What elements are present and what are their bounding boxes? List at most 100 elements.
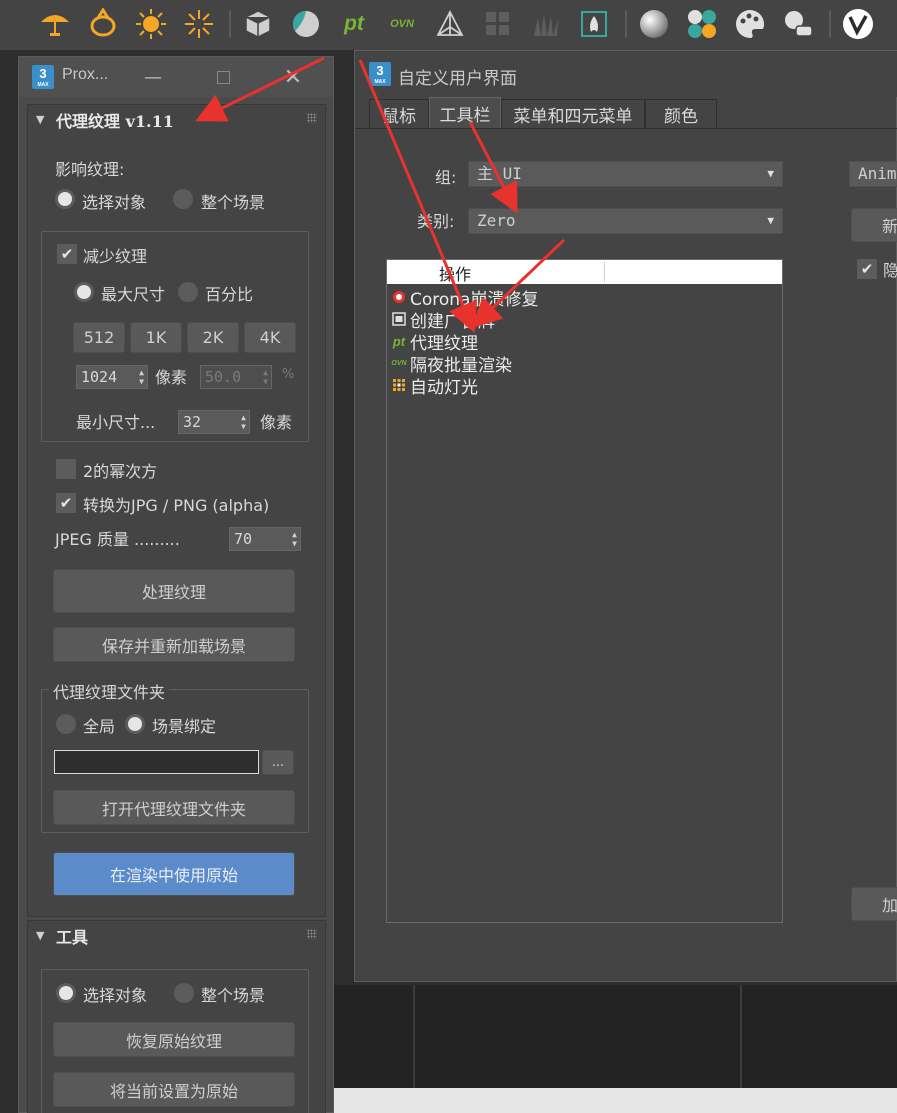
fire-icon[interactable] (577, 6, 611, 42)
min-size-label: 最小尺寸... (76, 413, 156, 432)
action-list[interactable]: 操作 Corona崩溃修复 创建广告牌 pt 代理纹理 OVN 隔夜批量渲染 自… (386, 259, 783, 923)
set-current-as-original-button[interactable]: 将当前设置为原始 (53, 1072, 295, 1107)
drag-grip-icon[interactable] (307, 929, 317, 939)
power-of-two-label: 2的幂次方 (83, 462, 158, 481)
radio-entire-scene-label: 整个场景 (201, 193, 266, 212)
list-column-header[interactable]: 操作 (387, 260, 782, 284)
maximize-icon[interactable] (203, 63, 243, 91)
open-proxy-folder-button[interactable]: 打开代理纹理文件夹 (53, 790, 295, 825)
toolbar-selector-dropdown[interactable]: Anima (849, 161, 897, 187)
palette-icon[interactable] (733, 6, 767, 42)
grass-icon[interactable] (529, 6, 563, 42)
list-item-proxy-texture[interactable]: pt 代理纹理 (391, 330, 478, 354)
power-of-two-checkbox[interactable] (56, 459, 76, 479)
bulb-light-icon[interactable] (86, 6, 120, 42)
material-editor-icon[interactable] (781, 6, 815, 42)
new-toolbar-button[interactable]: 新 (851, 208, 897, 242)
minimize-icon[interactable]: — (133, 63, 173, 91)
radio-scene-bound[interactable] (125, 714, 145, 734)
ovn-render-icon[interactable]: OVN (385, 6, 419, 42)
grid-panel-icon[interactable] (481, 6, 515, 42)
radio-global[interactable] (56, 714, 76, 734)
pt-label: pt (344, 12, 364, 35)
drag-grip-icon[interactable] (307, 113, 317, 123)
save-reload-scene-button[interactable]: 保存并重新加载场景 (53, 627, 295, 662)
reduce-textures-checkbox[interactable]: ✔ (57, 244, 77, 264)
list-item-auto-light[interactable]: 自动灯光 (391, 374, 478, 398)
list-item-corona-fix[interactable]: Corona崩溃修复 (391, 286, 538, 310)
size-1k-button[interactable]: 1K (130, 322, 182, 353)
process-textures-button[interactable]: 处理纹理 (53, 569, 295, 613)
radio-entire-scene[interactable] (174, 983, 194, 1003)
proxy-folder-group-title: 代理纹理文件夹 (49, 679, 170, 703)
rollout-header[interactable]: ▼ 工具 (28, 921, 325, 951)
sphere-texture-icon[interactable] (289, 6, 323, 42)
pixel-unit-label: 像素 (155, 368, 188, 387)
hide-checkbox[interactable]: ✔ (857, 259, 877, 279)
add-button[interactable]: 加 (851, 887, 897, 921)
tab-toolbars[interactable]: 工具栏 (429, 97, 501, 129)
panel-titlebar: 3 MAX Prox... — ✕ (19, 57, 333, 97)
convert-jpg-png-checkbox[interactable]: ✔ (56, 493, 76, 513)
pt-proxy-texture-icon[interactable]: pt (337, 6, 371, 42)
toolbar-separator (229, 10, 231, 38)
collapse-arrow-icon: ▼ (36, 113, 45, 126)
3dsmax-logo-icon: 3 MAX (32, 65, 54, 89)
list-item-label: 自动灯光 (410, 377, 478, 398)
radio-max-size-label: 最大尺寸 (101, 285, 166, 304)
dialog-titlebar: 3 MAX 自定义用户界面 (355, 51, 897, 97)
rollout-header[interactable]: ▼ 代理纹理 v1.11 (28, 105, 325, 135)
umbrella-light-icon[interactable] (38, 6, 72, 42)
affect-textures-label: 影响纹理: (55, 160, 125, 179)
material-balls-icon[interactable] (685, 6, 719, 42)
pyramid-helper-icon[interactable] (433, 6, 467, 42)
viewport-grid-line (740, 985, 742, 1088)
status-bar (330, 1088, 897, 1113)
radio-entire-scene[interactable] (173, 189, 193, 209)
proxy-texture-panel: 3 MAX Prox... — ✕ ▼ 代理纹理 v1.11 影响纹理: 选择对象… (18, 56, 334, 1113)
group-dropdown[interactable]: 主 UI ▼ (468, 161, 783, 187)
category-dropdown[interactable]: Zero ▼ (468, 208, 783, 234)
hide-label: 隐 (883, 261, 897, 280)
tab-colors[interactable]: 颜色 (645, 99, 717, 129)
radio-selected-objects-label: 选择对象 (82, 193, 147, 212)
size-4k-button[interactable]: 4K (244, 322, 296, 353)
billboard-icon (391, 311, 407, 327)
vray-icon[interactable] (841, 6, 875, 42)
percent-unit-label: % (282, 367, 295, 382)
browse-button[interactable]: ... (262, 750, 294, 775)
size-2k-button[interactable]: 2K (187, 322, 239, 353)
sun-icon[interactable] (134, 6, 168, 42)
radio-percent[interactable] (178, 282, 198, 302)
min-size-spinner[interactable]: 32 ▲ ▼ (178, 410, 250, 434)
ovn-label: OVN (390, 18, 414, 30)
min-size-unit-label: 像素 (260, 413, 293, 432)
tab-mouse[interactable]: 鼠标 (369, 99, 429, 129)
radio-percent-label: 百分比 (205, 285, 254, 304)
size-512-button[interactable]: 512 (73, 322, 125, 353)
sunburst-icon[interactable] (182, 6, 216, 42)
auto-light-icon (391, 377, 407, 393)
radio-selected-objects-label: 选择对象 (83, 986, 148, 1005)
tab-menus-quads[interactable]: 菜单和四元菜单 (501, 99, 645, 129)
folder-path-field[interactable] (54, 750, 259, 774)
list-item-overnight-render[interactable]: OVN 隔夜批量渲染 (391, 352, 512, 376)
radio-global-label: 全局 (83, 717, 116, 736)
list-item-billboard[interactable]: 创建广告牌 (391, 308, 495, 332)
group-label: 组: (435, 168, 457, 187)
column-separator (604, 262, 605, 282)
restore-original-textures-button[interactable]: 恢复原始纹理 (53, 1022, 295, 1057)
box-icon[interactable] (241, 6, 275, 42)
3dsmax-logo-icon: 3 MAX (369, 62, 391, 86)
radio-selected-objects[interactable] (55, 189, 75, 209)
close-icon[interactable]: ✕ (273, 63, 313, 91)
gray-sphere-icon[interactable] (637, 6, 671, 42)
jpeg-quality-spinner[interactable]: 70 ▲ ▼ (229, 527, 301, 551)
pixel-size-spinner[interactable]: 1024 ▲ ▼ (76, 365, 148, 389)
percent-spinner[interactable]: 50.0 ▲ ▼ (200, 365, 272, 389)
rollout-title: 代理纹理 v1.11 (56, 112, 174, 131)
radio-selected-objects[interactable] (56, 983, 76, 1003)
radio-max-size[interactable] (74, 282, 94, 302)
use-original-in-render-button[interactable]: 在渲染中使用原始 (53, 852, 295, 896)
dialog-title: 自定义用户界面 (398, 69, 517, 89)
